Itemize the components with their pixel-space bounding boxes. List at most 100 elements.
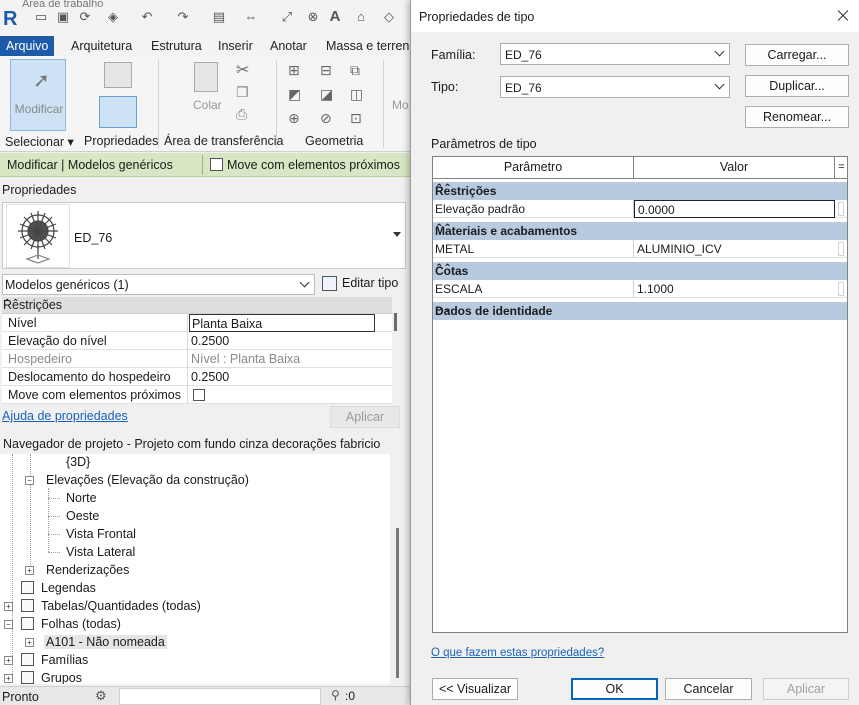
nav-item-schedules[interactable]: Tabelas/Quantidades (todas) (41, 599, 201, 613)
nav-item-renders[interactable]: Renderizações (46, 563, 129, 577)
instance-filter-dropdown[interactable]: Modelos genéricos (1) (2, 274, 315, 295)
nav-item-front-view[interactable]: Vista Frontal (66, 527, 136, 541)
collapse-toggle-icon[interactable]: − (4, 620, 13, 629)
type-selector[interactable]: ED_76 (2, 202, 406, 269)
nav-item-elevations[interactable]: Elevações (Elevação da construção) (46, 473, 249, 487)
print-icon[interactable]: ▤ (212, 10, 226, 24)
associate-parameter-button[interactable] (838, 282, 844, 296)
tab-estrutura[interactable]: Estrutura (151, 36, 202, 56)
cut-geometry-icon[interactable]: ⊟ (320, 62, 332, 79)
tab-arquivo[interactable]: Arquivo (0, 36, 55, 56)
nav-item-legends[interactable]: Legendas (41, 581, 96, 595)
status-workset-field[interactable] (119, 688, 321, 705)
expand-toggle-icon[interactable]: + (25, 566, 34, 575)
what-do-properties-do-link[interactable]: O que fazem estas propriedades? (431, 647, 604, 659)
duplicate-button[interactable]: Duplicar... (745, 75, 849, 97)
param-group-constraints[interactable]: Restrições ⌃⌃ (433, 182, 847, 200)
collapse-icon[interactable]: ⌃⌃ (435, 223, 842, 234)
section-icon[interactable]: ◇ (382, 10, 396, 24)
open-folder-icon[interactable]: ▭ (34, 10, 48, 24)
family-dropdown[interactable]: ED_76 (500, 43, 730, 65)
host-offset-field[interactable]: 0.2500 (189, 368, 375, 386)
param-group-dimensions[interactable]: Cotas ⌃⌃ (433, 262, 847, 280)
split-face-icon[interactable]: ◪ (320, 86, 333, 103)
properties-apply-button[interactable]: Aplicar (330, 406, 400, 428)
type-dropdown[interactable]: ED_76 (500, 76, 730, 98)
type-dropdown-caret-icon[interactable] (393, 232, 401, 237)
associate-parameter-button[interactable] (838, 242, 844, 256)
nav-item-3d[interactable]: {3D} (66, 455, 90, 469)
close-icon[interactable] (830, 3, 856, 29)
scale-field[interactable]: 1.1000 (634, 280, 835, 298)
modify-button[interactable]: ➚ Modificar (10, 59, 66, 131)
collapse-icon[interactable]: ⌃⌃ (3, 298, 381, 309)
apply-button[interactable]: Aplicar (763, 678, 849, 700)
collapse-icon[interactable]: ⌃⌃ (435, 263, 842, 274)
align-dimension-icon[interactable]: ⤢ (280, 10, 294, 24)
column-parameter[interactable]: Parâmetro (433, 157, 634, 178)
select-group-label[interactable]: Selecionar ▾ (5, 134, 74, 149)
package-icon[interactable]: ◈ (106, 10, 120, 24)
default-elevation-field[interactable]: 0.0000 (634, 200, 835, 218)
expand-toggle-icon[interactable]: + (4, 602, 13, 611)
expand-toggle-icon[interactable]: + (4, 674, 13, 683)
wall-joins-icon[interactable]: ⊕ (288, 110, 300, 127)
nav-item-families[interactable]: Famílias (41, 653, 88, 667)
copy-icon[interactable]: ❐ (236, 84, 249, 101)
3d-view-icon[interactable]: ⌂ (354, 10, 368, 24)
remove-paint-icon[interactable]: ⊘ (320, 110, 332, 127)
tab-inserir[interactable]: Inserir (218, 36, 253, 56)
load-button[interactable]: Carregar... (745, 44, 849, 66)
rename-button[interactable]: Renomear... (745, 106, 849, 128)
nav-item-sheets[interactable]: Folhas (todas) (41, 617, 121, 631)
column-value[interactable]: Valor (634, 157, 835, 178)
worksets-icon[interactable]: ⚙ (95, 688, 107, 704)
properties-scrollbar[interactable] (394, 313, 397, 331)
paste-icon[interactable] (194, 62, 218, 92)
redo-icon[interactable]: ↷ (176, 10, 190, 24)
cut-icon[interactable]: ✂ (236, 60, 249, 80)
join-icon[interactable]: ⧉ (350, 62, 360, 79)
paint-icon[interactable]: ◩ (288, 86, 301, 103)
nav-item-west[interactable]: Oeste (66, 509, 99, 523)
project-browser-scrollbar[interactable] (396, 528, 399, 678)
text-icon[interactable]: A (328, 9, 342, 24)
properties-help-link[interactable]: Ajuda de propriedades (2, 409, 128, 423)
filter-icon[interactable]: ⚲ (331, 688, 340, 702)
tab-arquitetura[interactable]: Arquitetura (71, 36, 132, 56)
move-with-nearby-property-checkbox[interactable] (193, 389, 205, 401)
revit-logo[interactable]: R (3, 8, 17, 31)
column-formula[interactable]: = (836, 157, 847, 178)
undo-icon[interactable]: ↶ (140, 10, 154, 24)
cancel-button[interactable]: Cancelar (665, 678, 752, 700)
metal-material-field[interactable]: ALUMINIO_ICV (634, 240, 835, 258)
collapse-toggle-icon[interactable]: − (25, 476, 34, 485)
nav-item-north[interactable]: Norte (66, 491, 97, 505)
sync-icon[interactable]: ⟳ (78, 10, 92, 24)
expand-toggle-icon[interactable]: + (25, 638, 34, 647)
tab-anotar[interactable]: Anotar (270, 36, 307, 56)
demolish-icon[interactable]: ◫ (350, 86, 363, 103)
measure-icon[interactable]: ⇔ (244, 10, 258, 24)
associate-parameter-button[interactable] (838, 202, 844, 216)
level-field[interactable]: Planta Baixa (189, 314, 375, 332)
match-icon[interactable]: ⎙ (236, 106, 247, 123)
expand-icon[interactable]: ⌄⌄ (435, 303, 842, 314)
nav-item-side-view[interactable]: Vista Lateral (66, 545, 135, 559)
edit-type-button[interactable]: Editar tipo (320, 273, 406, 295)
param-group-materials[interactable]: Materiais e acabamentos ⌃⌃ (433, 222, 847, 240)
param-group-identity[interactable]: Dados de identidade ⌄⌄ (433, 302, 847, 320)
nav-item-groups[interactable]: Grupos (41, 671, 82, 684)
tag-icon[interactable]: ⊗ (306, 10, 320, 24)
tab-massa-terreno[interactable]: Massa e terreno (326, 36, 410, 56)
ok-button[interactable]: OK (571, 678, 658, 700)
move-with-nearby-checkbox[interactable] (210, 158, 223, 171)
save-icon[interactable]: ▣ (56, 10, 70, 24)
collapse-icon[interactable]: ⌃⌃ (435, 183, 842, 194)
nav-item-sheet-a101[interactable]: A101 - Não nomeada (44, 635, 167, 649)
cope-icon[interactable]: ⊞ (288, 62, 300, 79)
type-properties-icon[interactable] (99, 96, 137, 128)
level-elevation-field[interactable]: 0.2500 (189, 332, 375, 350)
properties-panel-icon[interactable] (104, 62, 132, 88)
preview-button[interactable]: << Visualizar (432, 678, 518, 700)
